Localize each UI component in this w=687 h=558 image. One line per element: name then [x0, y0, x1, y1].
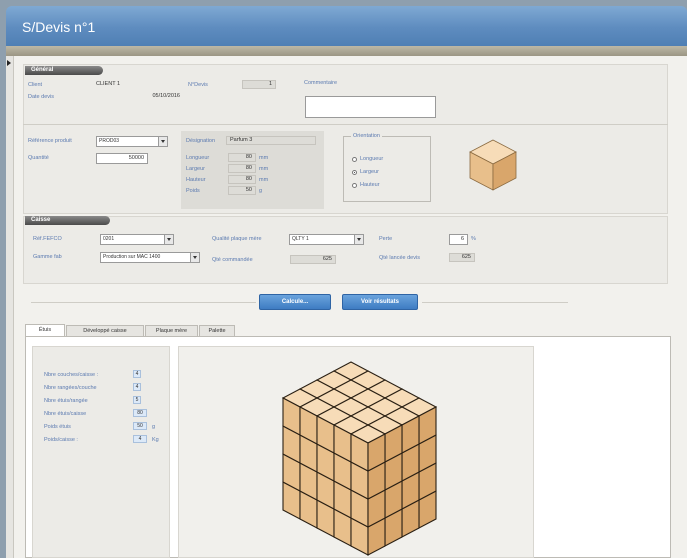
nbre-etuis-rangee-value: 5 [133, 396, 141, 404]
action-divider-right [422, 302, 568, 303]
nbre-couches-value: 4 [133, 370, 141, 378]
hauteur-field: 80 [228, 175, 256, 184]
gamme-select[interactable]: Production sur MAC 1400 [100, 252, 200, 263]
orientation-title: Orientation [351, 133, 382, 139]
ref-produit-value: PROD03 [99, 138, 120, 144]
quantite-label: Quantité [28, 155, 49, 161]
longueur-label: Longueur [186, 155, 210, 161]
record-pointer-icon [7, 60, 11, 66]
tab-plaque-mere[interactable]: Plaque mère [145, 325, 198, 336]
qte-commandee-label: Qté commandée [212, 257, 253, 263]
ref-produit-label: Référence produit [28, 138, 72, 144]
poids-caisse-unit: Kg [152, 437, 159, 443]
perte-label: Perte [379, 236, 393, 242]
tab-palette[interactable]: Palette [199, 325, 235, 336]
gamme-value: Production sur MAC 1400 [103, 254, 161, 260]
qte-lancee-label: Qté lancée devis [379, 255, 420, 261]
voir-resultats-button[interactable]: Voir résultats [342, 294, 418, 310]
carton-stack-render [281, 361, 438, 556]
nbre-etuis-caisse-value: 80 [133, 409, 147, 417]
quantite-input[interactable]: 50000 [96, 153, 148, 164]
orientation-group [343, 136, 431, 202]
date-value: 05/10/2016 [152, 93, 180, 99]
ref-produit-select[interactable]: PROD03 [96, 136, 168, 147]
ref-fefco-value: 0201 [103, 236, 115, 242]
perte-input[interactable]: 6 [449, 234, 468, 245]
qualite-label: Qualité plaque mère [212, 236, 262, 242]
orientation-label-longueur: Longueur [360, 156, 384, 162]
ref-fefco-select[interactable]: 0201 [100, 234, 174, 245]
chevron-down-icon[interactable] [158, 137, 167, 146]
ndevis-label: N°Devis [188, 82, 208, 88]
title-bar: S/Devis n°1 [6, 6, 687, 46]
ndevis-field: 1 [242, 80, 276, 89]
tab-etuis[interactable]: Étuis [25, 324, 65, 336]
record-selector-strip[interactable] [6, 56, 14, 558]
poids-caisse-value: 4 [133, 435, 147, 443]
largeur-label: Largeur [186, 166, 205, 172]
longueur-unit: mm [259, 155, 269, 161]
designation-label: Désignation [186, 138, 216, 144]
orientation-label-hauteur: Hauteur [360, 182, 380, 188]
qte-commandee-field: 625 [290, 255, 336, 264]
hauteur-unit: mm [259, 177, 269, 183]
commentaire-input[interactable] [305, 96, 436, 118]
qte-lancee-field: 625 [449, 253, 475, 262]
orientation-radio-longueur[interactable] [352, 157, 357, 162]
gamme-label: Gamme fab [33, 254, 62, 260]
nbre-etuis-caisse-label: Nbre étuis/caisse [44, 411, 87, 417]
nbre-rangees-label: Nbre rangées/couche [44, 385, 97, 391]
longueur-field: 80 [228, 153, 256, 162]
tab-developpe-caisse[interactable]: Développé caisse [66, 325, 144, 336]
chevron-down-icon[interactable] [190, 253, 199, 262]
date-label: Date devis [28, 94, 54, 100]
qualite-select[interactable]: QLTY 1 [289, 234, 364, 245]
window-title: S/Devis n°1 [22, 19, 96, 35]
orientation-label-largeur: Largeur [360, 169, 379, 175]
nbre-rangees-value: 4 [133, 383, 141, 391]
poids-caisse-label: Poids/caisse : [44, 437, 78, 443]
largeur-field: 80 [228, 164, 256, 173]
nbre-couches-label: Nbre couches/caisse : [44, 372, 99, 378]
qualite-value: QLTY 1 [292, 236, 309, 242]
title-separator [6, 46, 687, 56]
application-frame: S/Devis n°1 Général Client CLIENT 1 Date… [0, 0, 687, 558]
poids-unit: g [259, 188, 263, 194]
client-label: Client [28, 82, 43, 88]
poids-etuis-label: Poids étuis [44, 424, 71, 430]
form-client-area: Général Client CLIENT 1 Date devis 05/10… [6, 56, 687, 558]
caisse-panel [23, 216, 668, 284]
nbre-etuis-rangee-label: Nbre étuis/rangée [44, 398, 88, 404]
poids-field: 50 [228, 186, 256, 195]
caisse-header: Caisse [25, 216, 110, 225]
chevron-down-icon[interactable] [354, 235, 363, 244]
poids-etuis-unit: g [152, 424, 156, 430]
perte-unit: % [471, 236, 476, 242]
poids-etuis-value: 50 [133, 422, 147, 430]
general-divider [23, 124, 668, 125]
general-header: Général [25, 66, 103, 75]
orientation-radio-largeur[interactable] [352, 170, 357, 175]
calcule-button[interactable]: Calcule... [259, 294, 331, 310]
chevron-down-icon[interactable] [164, 235, 173, 244]
largeur-unit: mm [259, 166, 269, 172]
hauteur-label: Hauteur [186, 177, 206, 183]
orientation-radio-hauteur[interactable] [352, 183, 357, 188]
commentaire-label: Commentaire [304, 80, 338, 86]
designation-field: Parfum 3 [226, 136, 316, 145]
poids-label: Poids [186, 188, 200, 194]
action-divider-left [31, 302, 256, 303]
client-value: CLIENT 1 [96, 81, 121, 87]
product-box-icon [469, 139, 517, 191]
ref-fefco-label: Réf.FEFCO [33, 236, 62, 242]
